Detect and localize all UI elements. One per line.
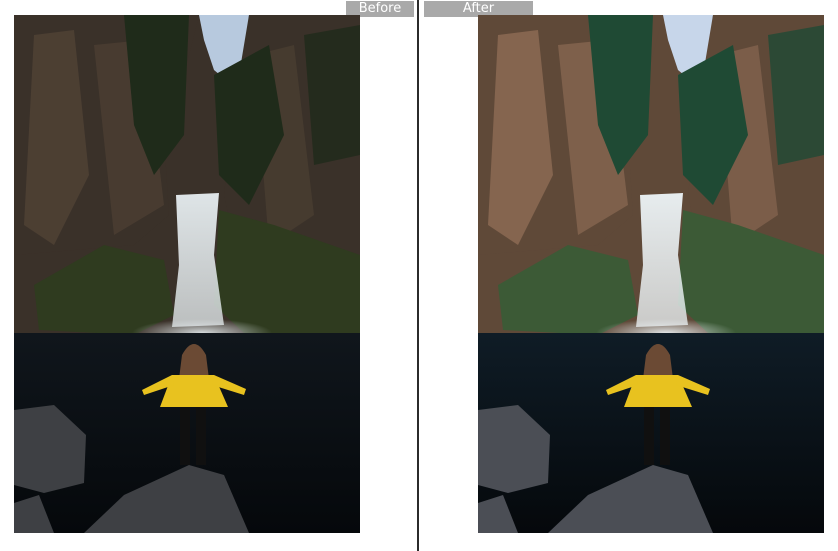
before-photo bbox=[14, 15, 360, 533]
waterfall-scene-after bbox=[478, 15, 824, 533]
split-divider[interactable] bbox=[417, 0, 419, 551]
waterfall-scene-before bbox=[14, 15, 360, 533]
after-photo bbox=[478, 15, 824, 533]
